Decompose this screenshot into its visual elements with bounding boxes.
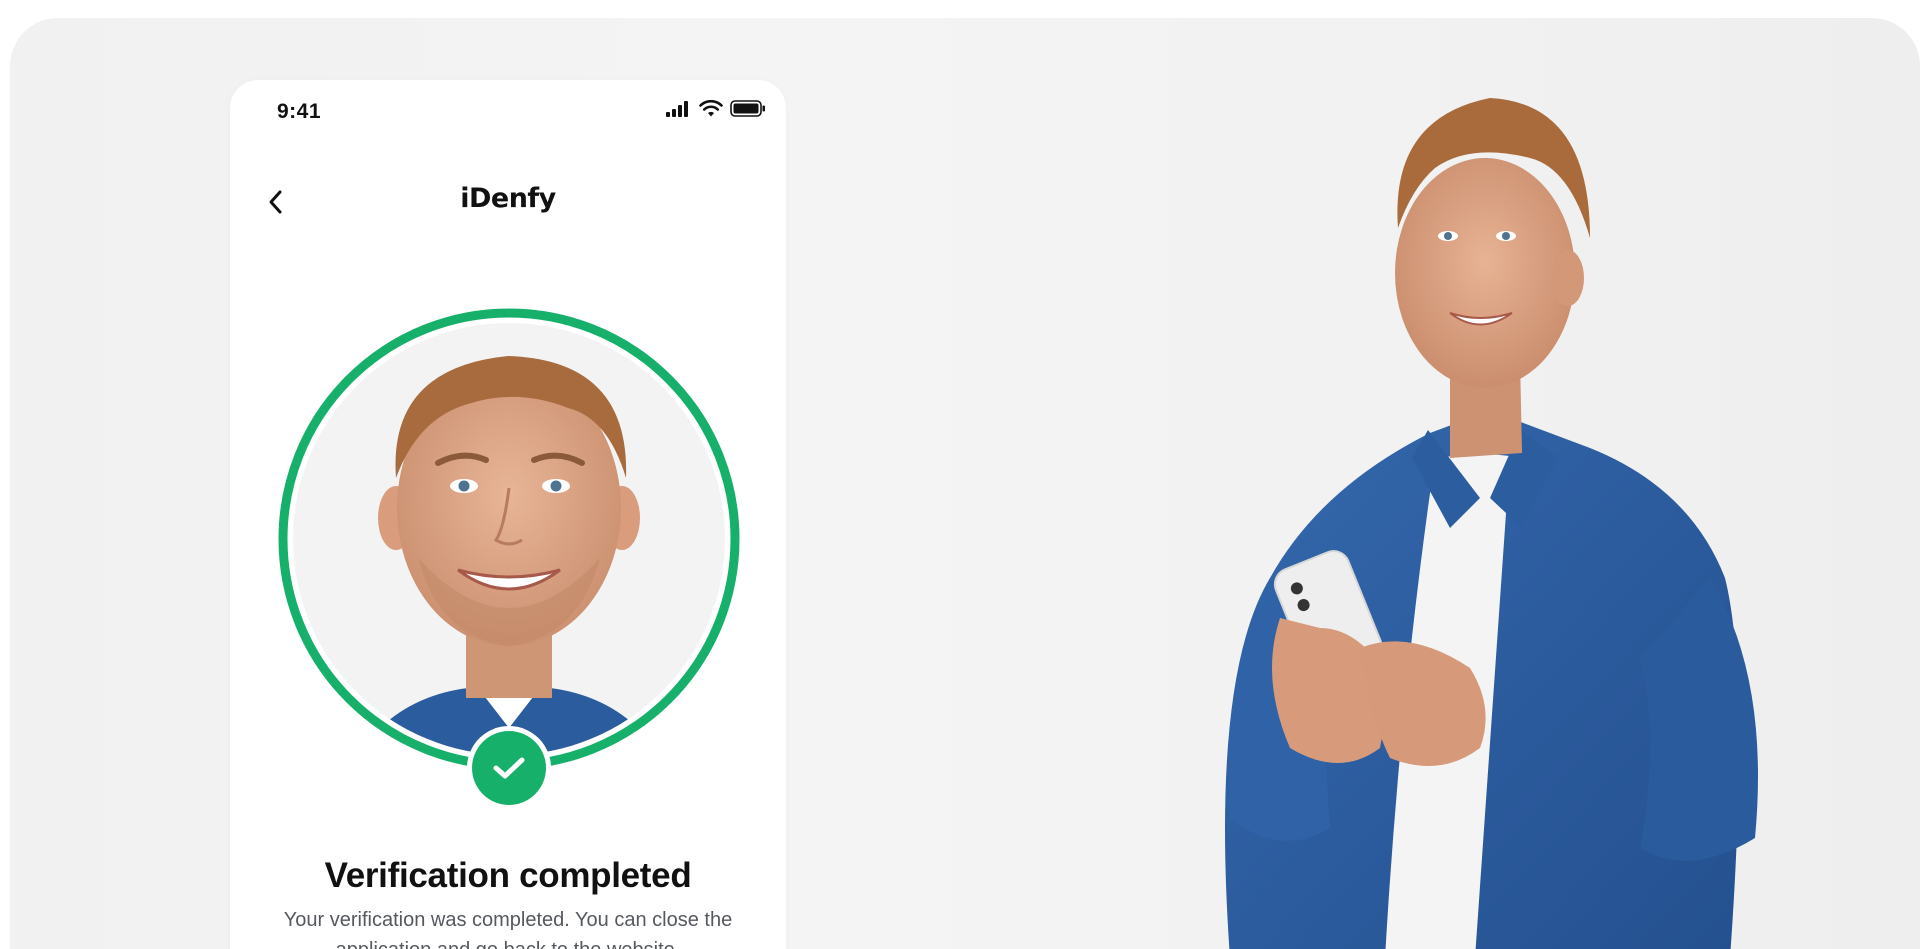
wifi-icon [699, 100, 723, 117]
status-time: 9:41 [277, 100, 322, 123]
selfie-photo [278, 308, 740, 770]
verified-badge-fill [472, 731, 546, 805]
nav-bar: iDenfy [230, 175, 786, 231]
cellular-signal-icon [666, 100, 688, 117]
verification-message: Your verification was completed. You can… [283, 909, 733, 949]
verification-title: Verification completed [324, 856, 692, 895]
verified-badge [467, 726, 551, 810]
status-icons [666, 100, 766, 117]
checkmark-icon [493, 757, 525, 779]
status-bar: 9:41 [230, 80, 786, 140]
background-panel: 9:41 iDenfy Verification completed Your … [10, 18, 1920, 949]
phone-mockup: 9:41 iDenfy Verification completed Your … [230, 80, 786, 949]
man-holding-phone-photo [1225, 98, 1758, 949]
battery-icon [730, 100, 765, 117]
selfie-frame [278, 308, 740, 810]
brand-logo: iDenfy [460, 183, 556, 214]
